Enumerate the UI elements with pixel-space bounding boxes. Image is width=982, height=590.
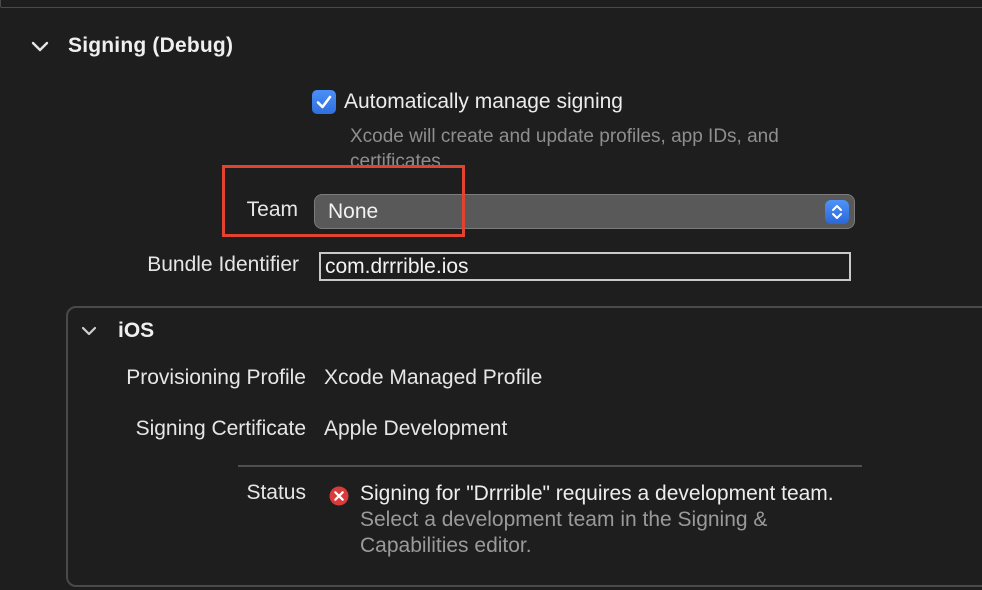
- chevron-down-icon[interactable]: [80, 322, 98, 340]
- signing-certificate-value: Apple Development: [324, 417, 508, 440]
- signing-section-header[interactable]: Signing (Debug): [30, 30, 233, 62]
- checkmark-icon: [316, 95, 332, 109]
- ios-title: iOS: [118, 319, 155, 342]
- signing-certificate-label: Signing Certificate: [135, 417, 306, 440]
- provisioning-profile-label: Provisioning Profile: [126, 366, 306, 389]
- chevron-down-icon[interactable]: [30, 36, 50, 56]
- bundle-identifier-label: Bundle Identifier: [147, 253, 299, 276]
- auto-signing-row[interactable]: Automatically manage signing: [312, 90, 623, 114]
- bundle-identifier-field[interactable]: [319, 252, 851, 281]
- status-divider: [238, 465, 862, 467]
- status-message-main: Signing for "Drrrible" requires a develo…: [360, 482, 834, 505]
- signing-settings-page: Signing (Debug) Automatically manage sig…: [0, 0, 982, 590]
- top-divider: [0, 0, 982, 8]
- auto-signing-checkbox[interactable]: [312, 90, 336, 114]
- team-label: Team: [246, 198, 298, 221]
- team-popup-value: None: [328, 199, 379, 223]
- section-title: Signing (Debug): [68, 34, 234, 57]
- auto-signing-help: Xcode will create and update profiles, a…: [350, 126, 779, 168]
- updown-chevron-icon[interactable]: [825, 199, 849, 224]
- team-popup[interactable]: None: [314, 194, 855, 229]
- auto-signing-label: Automatically manage signing: [344, 90, 623, 113]
- status-message-help: Select a development team in the Signing…: [360, 508, 768, 557]
- status-label: Status: [246, 481, 306, 504]
- provisioning-profile-value: Xcode Managed Profile: [324, 366, 543, 389]
- error-icon: [329, 486, 349, 506]
- ios-section-header[interactable]: iOS: [80, 316, 154, 346]
- status-message: Signing for "Drrrible" requires a develo…: [360, 481, 880, 559]
